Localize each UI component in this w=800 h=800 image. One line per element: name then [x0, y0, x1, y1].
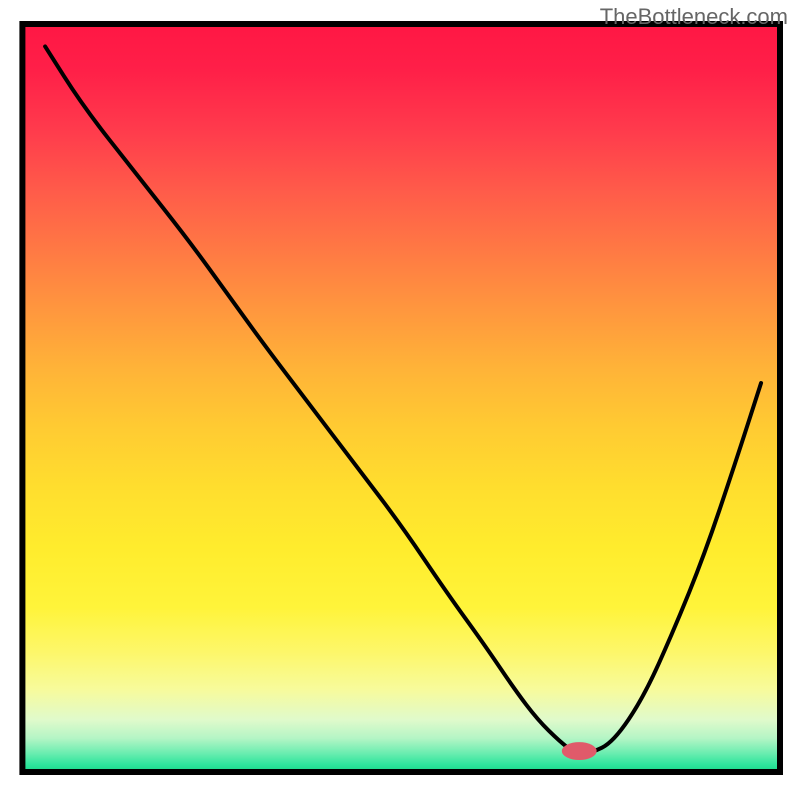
gradient-background [22, 24, 780, 772]
chart-container: TheBottleneck.com [0, 0, 800, 800]
bottleneck-chart [0, 0, 800, 800]
optimal-marker [562, 742, 597, 760]
watermark-text: TheBottleneck.com [600, 4, 788, 30]
